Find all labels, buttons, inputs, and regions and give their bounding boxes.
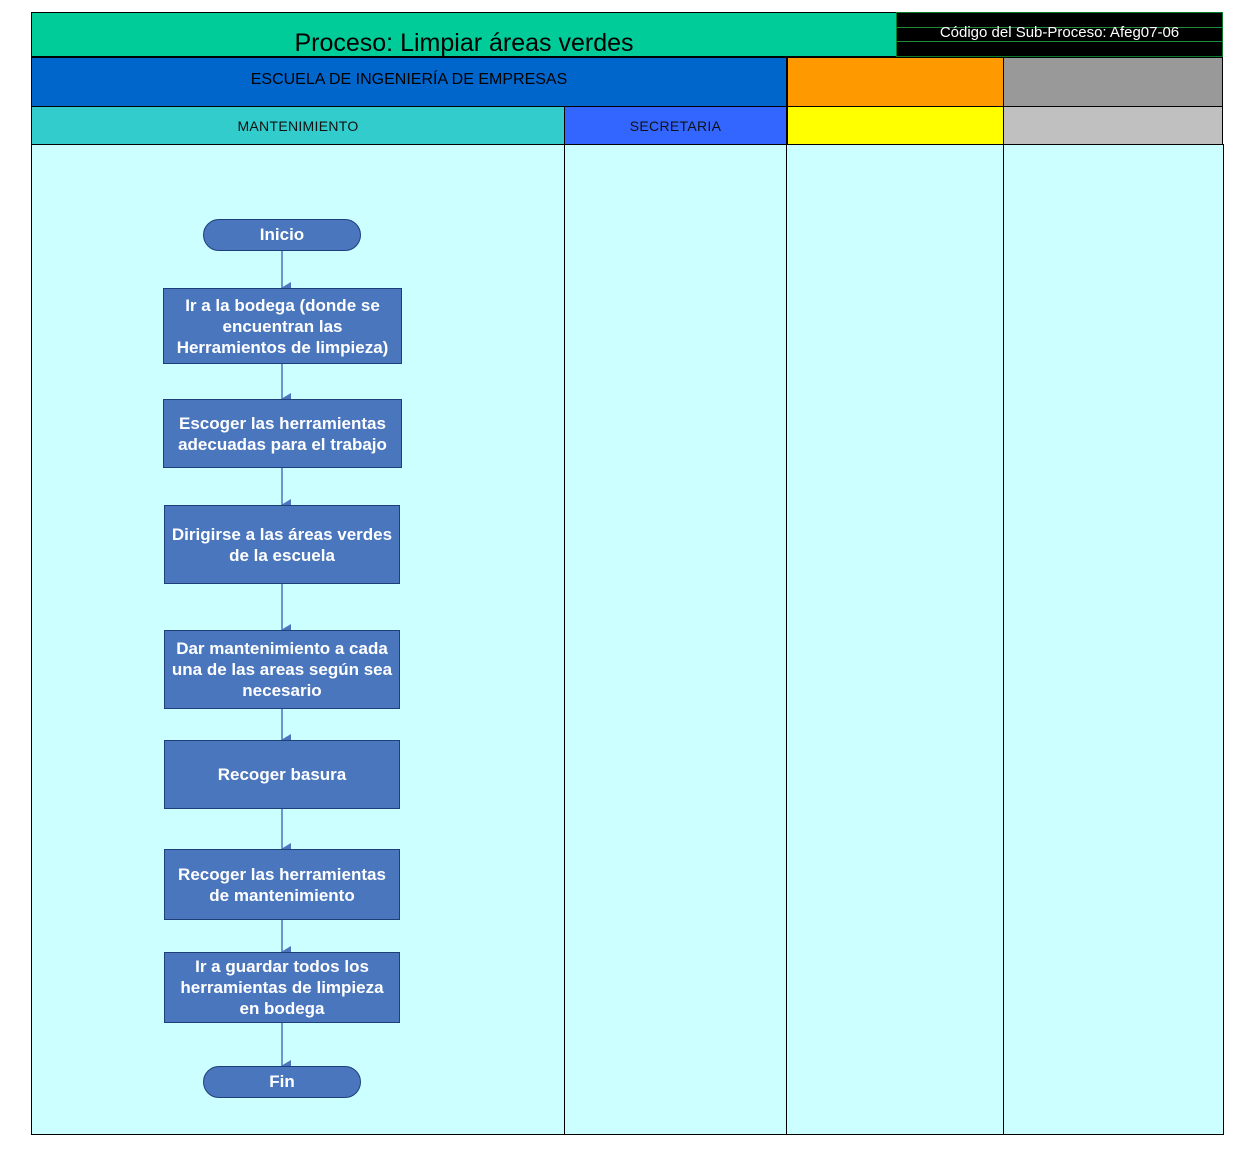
step-choose-tools: Escoger las herramientas adecuadas para … bbox=[163, 399, 402, 468]
step-collect-trash: Recoger basura bbox=[164, 740, 400, 809]
step-go-to-green-areas: Dirigirse a las áreas verdes de la escue… bbox=[164, 505, 400, 584]
step-maintain-areas: Dar mantenimiento a cada una de las area… bbox=[164, 630, 400, 709]
step-store-tools: Ir a guardar todos los herramientas de l… bbox=[164, 952, 400, 1023]
step-go-to-storeroom: Ir a la bodega (donde se encuentran las … bbox=[163, 288, 402, 364]
end-terminal: Fin bbox=[203, 1066, 361, 1098]
start-terminal: Inicio bbox=[203, 219, 361, 251]
step-collect-tools: Recoger las herramientas de mantenimient… bbox=[164, 849, 400, 920]
